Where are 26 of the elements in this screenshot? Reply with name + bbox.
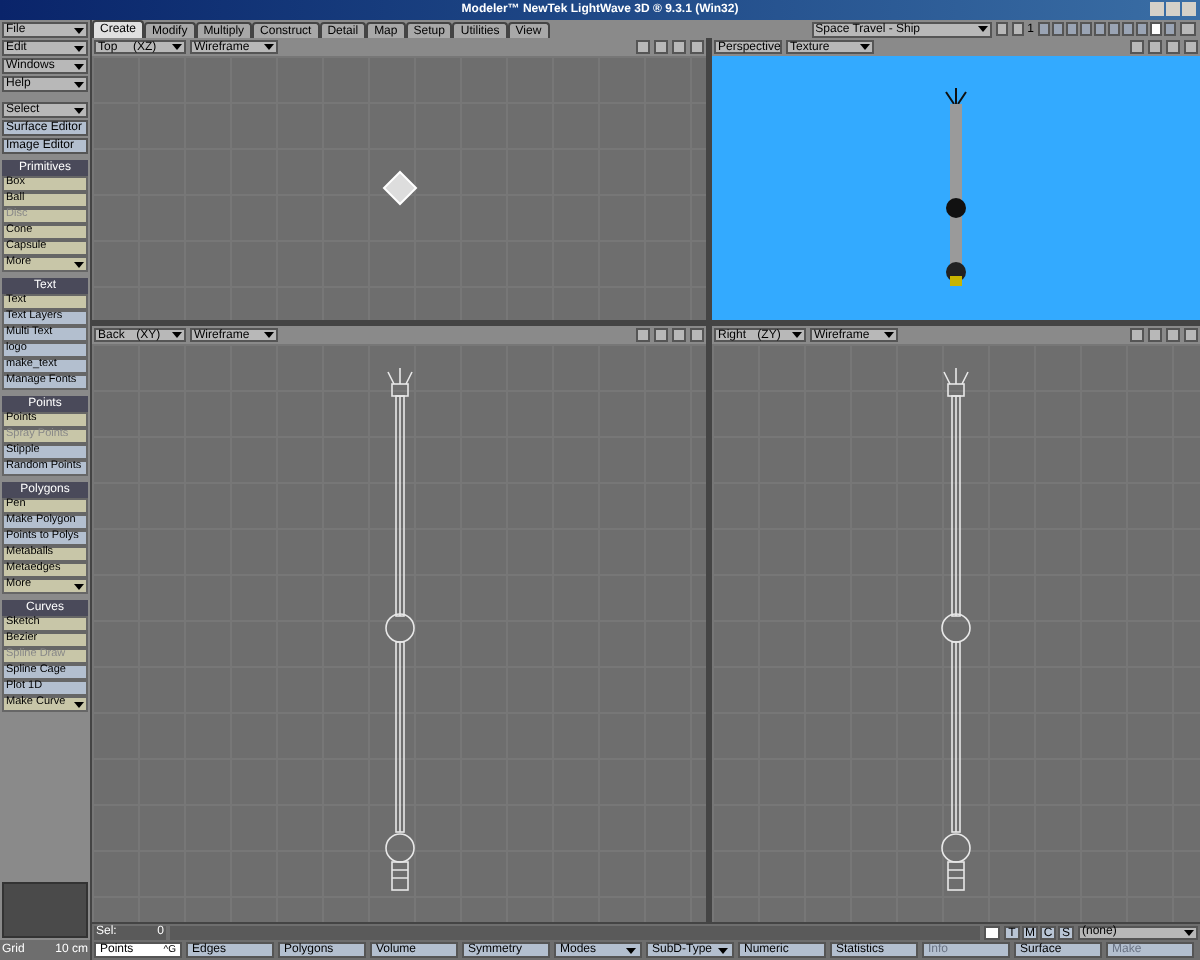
caret-icon [860,44,870,50]
layer-button[interactable] [1122,22,1134,36]
caret-icon [171,44,182,50]
layer-button[interactable] [1150,22,1162,36]
caret-icon [74,45,84,51]
caret-icon [792,332,802,338]
layer-button[interactable] [1094,22,1106,36]
caret-icon [977,26,988,32]
model-top-view-icon [381,170,417,206]
caret-icon [74,107,84,113]
caret-icon [74,81,84,87]
layer-button[interactable] [1136,22,1148,36]
layer-button[interactable] [1052,22,1064,36]
caret-icon [884,332,894,338]
swatch-icon[interactable] [984,925,1000,939]
layer-button[interactable] [1066,22,1078,36]
caret-icon [264,44,274,50]
caret-icon [1184,929,1194,935]
caret-icon [172,332,182,338]
caret-icon [74,27,84,33]
layer-button[interactable] [1108,22,1120,36]
layer-button[interactable] [1164,22,1176,36]
layer-button[interactable] [1038,22,1050,36]
caret-icon [74,63,84,69]
caret-icon [264,332,274,338]
layer-button[interactable] [1080,22,1092,36]
